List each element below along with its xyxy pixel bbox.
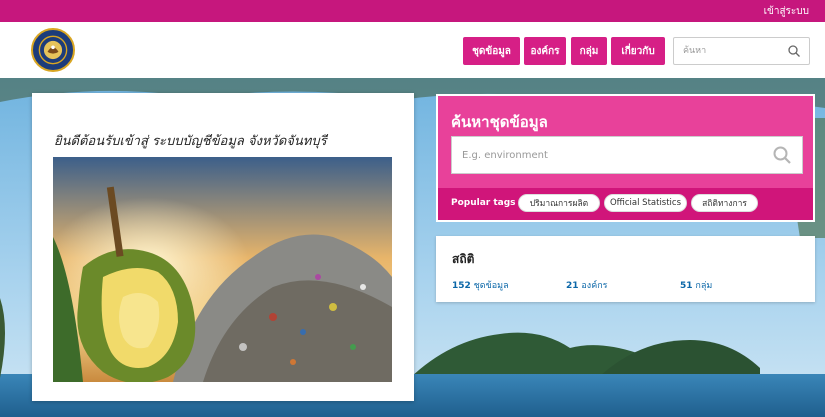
stat-organizations-label: องค์กร [581,281,608,291]
search-icon[interactable] [772,145,792,165]
stat-datasets-count: 152 [452,281,471,291]
search-icon[interactable] [787,44,801,58]
nav-datasets-button[interactable]: ชุดข้อมูล [463,37,520,65]
stat-groups[interactable]: 51 กลุ่ม [680,278,712,292]
site-header: ชุดข้อมูล องค์กร กลุ่ม เกี่ยวกับ [0,22,825,78]
dataset-search-panel: ค้นหาชุดข้อมูล Popular tags ปริมาณการผลิ… [436,94,815,222]
stat-datasets[interactable]: 152 ชุดข้อมูล [452,278,509,292]
header-search-input[interactable] [674,38,784,64]
hero-section: ยินดีต้อนรับเข้าสู่ ระบบบัญชีข้อมูล จังห… [0,78,825,417]
stat-groups-count: 51 [680,281,693,291]
popular-tags-bar: Popular tags ปริมาณการผลิต Official Stat… [438,188,813,220]
stat-groups-label: กลุ่ม [695,281,713,291]
site-logo[interactable] [31,28,75,72]
stat-organizations[interactable]: 21 องค์กร [566,278,608,292]
nav-organizations-button[interactable]: องค์กร [524,37,566,65]
dataset-search-title: ค้นหาชุดข้อมูล [451,113,548,131]
dataset-search-field [451,136,803,174]
welcome-title: ยินดีต้อนรับเข้าสู่ ระบบบัญชีข้อมูล จังห… [54,134,327,149]
tag-official-statistics[interactable]: Official Statistics [604,194,687,212]
tag-production-volume[interactable]: ปริมาณการผลิต [518,194,600,212]
popular-tags-label: Popular tags [451,198,516,208]
header-search [673,37,810,65]
provincial-seal-icon [34,31,72,69]
stats-title: สถิติ [452,252,475,266]
tag-official-statistics-thai[interactable]: สถิติทางการ [691,194,758,212]
stat-datasets-label: ชุดข้อมูล [473,281,509,291]
dataset-search-input[interactable] [452,137,752,173]
nav-about-button[interactable]: เกี่ยวกับ [611,37,665,65]
top-bar: เข้าสู่ระบบ [0,0,825,22]
stat-organizations-count: 21 [566,281,579,291]
nav-groups-button[interactable]: กลุ่ม [571,37,607,65]
durian-landfill-image [53,157,392,382]
stats-card: สถิติ 152 ชุดข้อมูล 21 องค์กร 51 กลุ่ม [436,236,815,302]
welcome-card: ยินดีต้อนรับเข้าสู่ ระบบบัญชีข้อมูล จังห… [32,93,414,401]
welcome-banner-image [53,157,392,382]
login-link[interactable]: เข้าสู่ระบบ [764,4,809,19]
